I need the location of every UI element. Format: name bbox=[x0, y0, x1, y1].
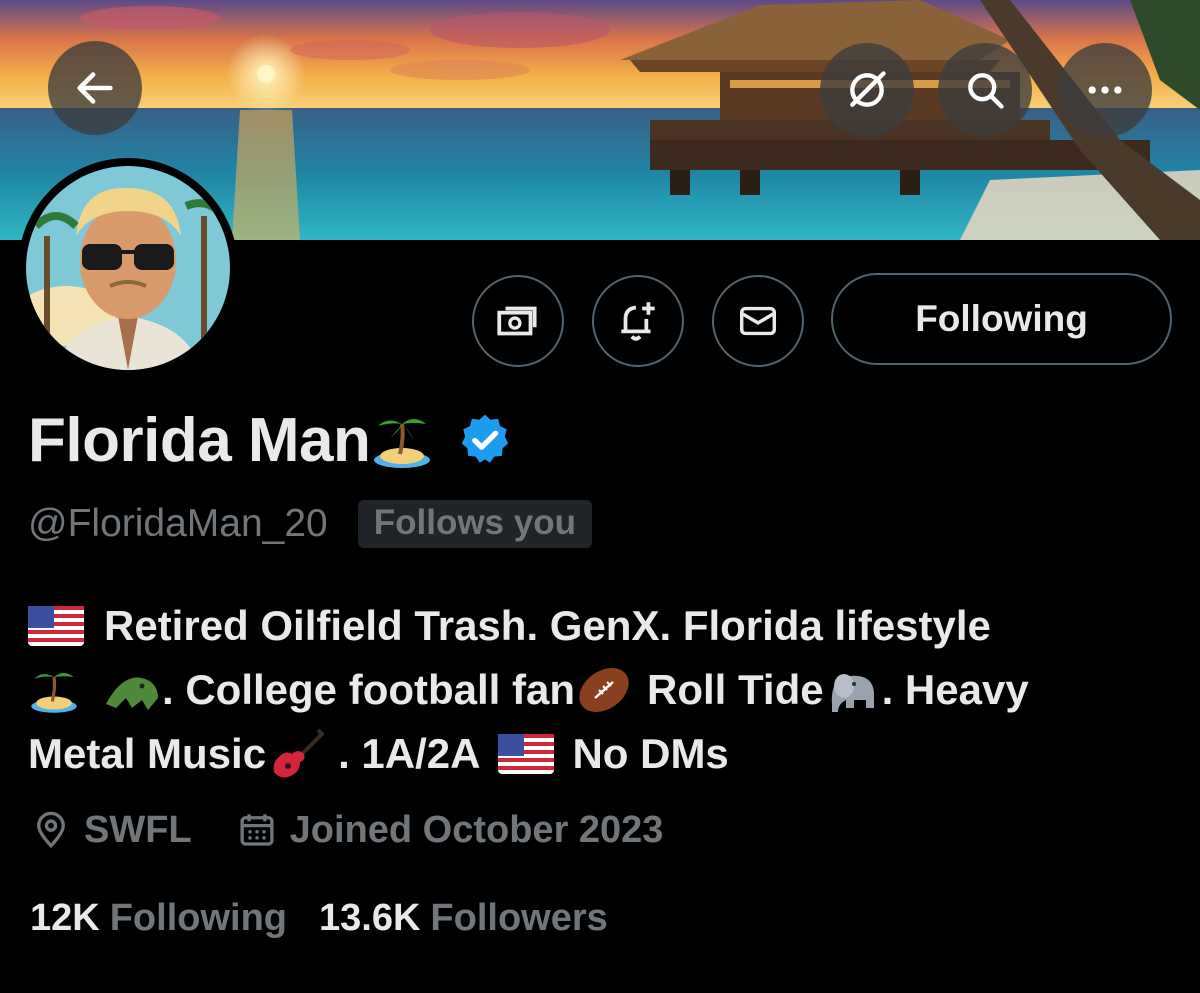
desert-island-emoji-icon bbox=[31, 672, 77, 713]
profile-meta: SWFL Joined October 2023 bbox=[30, 802, 663, 858]
money-icon bbox=[497, 306, 537, 336]
followers-stat[interactable]: 13.6K Followers bbox=[319, 897, 608, 940]
bio-text-3a: Metal Music bbox=[28, 730, 267, 777]
verified-badge-icon bbox=[462, 414, 509, 463]
bio-text-2b: Roll Tide bbox=[647, 666, 824, 713]
avatar[interactable] bbox=[18, 158, 238, 378]
more-button[interactable] bbox=[1058, 43, 1152, 137]
message-button[interactable] bbox=[712, 275, 804, 367]
more-horizontal-icon bbox=[1088, 86, 1122, 94]
joined-text: Joined October 2023 bbox=[289, 808, 664, 851]
us-flag-emoji-icon bbox=[28, 606, 84, 646]
bio: Retired Oilfield Trash. GenX. Florida li… bbox=[28, 594, 1178, 786]
following-stat[interactable]: 12K Following bbox=[30, 897, 287, 940]
bio-text-2c: . Heavy bbox=[881, 666, 1029, 713]
notify-button[interactable] bbox=[592, 275, 684, 367]
arrow-left-icon bbox=[77, 72, 113, 104]
bio-line-3: Metal Music . 1A/2A No DMs bbox=[28, 722, 1178, 786]
following-count: 12K bbox=[30, 896, 100, 939]
subscribe-button[interactable] bbox=[472, 275, 564, 367]
elephant-emoji-icon bbox=[831, 674, 874, 712]
display-name: Florida Man bbox=[28, 405, 371, 475]
avatar-image bbox=[26, 166, 230, 370]
grok-icon bbox=[850, 71, 886, 107]
handle-row: @FloridaMan_20 Follows you bbox=[28, 496, 592, 552]
name-row: Florida Man bbox=[28, 400, 514, 480]
following-button[interactable]: Following bbox=[831, 273, 1172, 365]
bell-plus-icon bbox=[621, 302, 655, 341]
follow-stats: 12K Following 13.6K Followers bbox=[30, 890, 608, 946]
location: SWFL bbox=[30, 809, 192, 852]
handle: @FloridaMan_20 bbox=[28, 502, 328, 545]
bio-line-2: . College football fan Roll Tide . Heavy bbox=[28, 658, 1178, 722]
following-label: Following bbox=[109, 896, 288, 939]
guitar-emoji-icon bbox=[273, 728, 325, 778]
grok-button[interactable] bbox=[820, 43, 914, 137]
followers-count: 13.6K bbox=[319, 896, 421, 939]
follows-you-badge: Follows you bbox=[357, 500, 592, 548]
followers-label: Followers bbox=[430, 896, 608, 939]
following-button-label: Following bbox=[915, 298, 1088, 339]
search-button[interactable] bbox=[938, 43, 1032, 137]
location-text: SWFL bbox=[84, 808, 192, 851]
bio-line-1: Retired Oilfield Trash. GenX. Florida li… bbox=[28, 594, 1178, 658]
bio-text-3b: . 1A/2A bbox=[338, 730, 481, 777]
bio-text-2a: . College football fan bbox=[162, 666, 576, 713]
bio-text-1: Retired Oilfield Trash. GenX. Florida li… bbox=[104, 602, 991, 649]
location-pin-icon bbox=[37, 811, 65, 849]
bio-text-3c: No DMs bbox=[572, 730, 729, 777]
search-icon bbox=[968, 73, 1004, 109]
calendar-icon bbox=[240, 814, 274, 846]
us-flag-emoji-icon bbox=[498, 734, 555, 774]
desert-island-emoji-icon bbox=[374, 419, 431, 468]
joined-date: Joined October 2023 bbox=[236, 808, 664, 852]
american-football-emoji-icon bbox=[579, 668, 629, 712]
back-button[interactable] bbox=[48, 41, 142, 135]
envelope-icon bbox=[739, 306, 777, 336]
crocodile-emoji-icon bbox=[106, 677, 158, 710]
